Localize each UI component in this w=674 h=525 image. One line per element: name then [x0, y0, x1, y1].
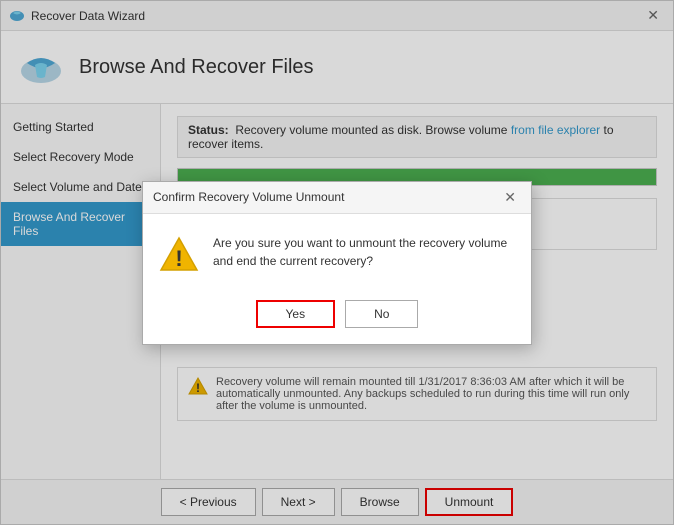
dialog-warning-icon: ! [159, 234, 199, 274]
dialog-yes-button[interactable]: Yes [256, 300, 336, 328]
dialog-overlay: Confirm Recovery Volume Unmount ✕ ! Are … [1, 1, 673, 524]
main-window: Recover Data Wizard ✕ Browse And Recover… [0, 0, 674, 525]
dialog-body: ! Are you sure you want to unmount the r… [143, 214, 531, 290]
dialog-message: Are you sure you want to unmount the rec… [213, 234, 515, 270]
dialog-title: Confirm Recovery Volume Unmount [153, 190, 344, 204]
confirm-dialog: Confirm Recovery Volume Unmount ✕ ! Are … [142, 181, 532, 345]
dialog-titlebar: Confirm Recovery Volume Unmount ✕ [143, 182, 531, 214]
dialog-footer: Yes No [143, 290, 531, 344]
dialog-close-button[interactable]: ✕ [499, 188, 521, 207]
dialog-no-button[interactable]: No [345, 300, 418, 328]
svg-text:!: ! [175, 246, 182, 271]
